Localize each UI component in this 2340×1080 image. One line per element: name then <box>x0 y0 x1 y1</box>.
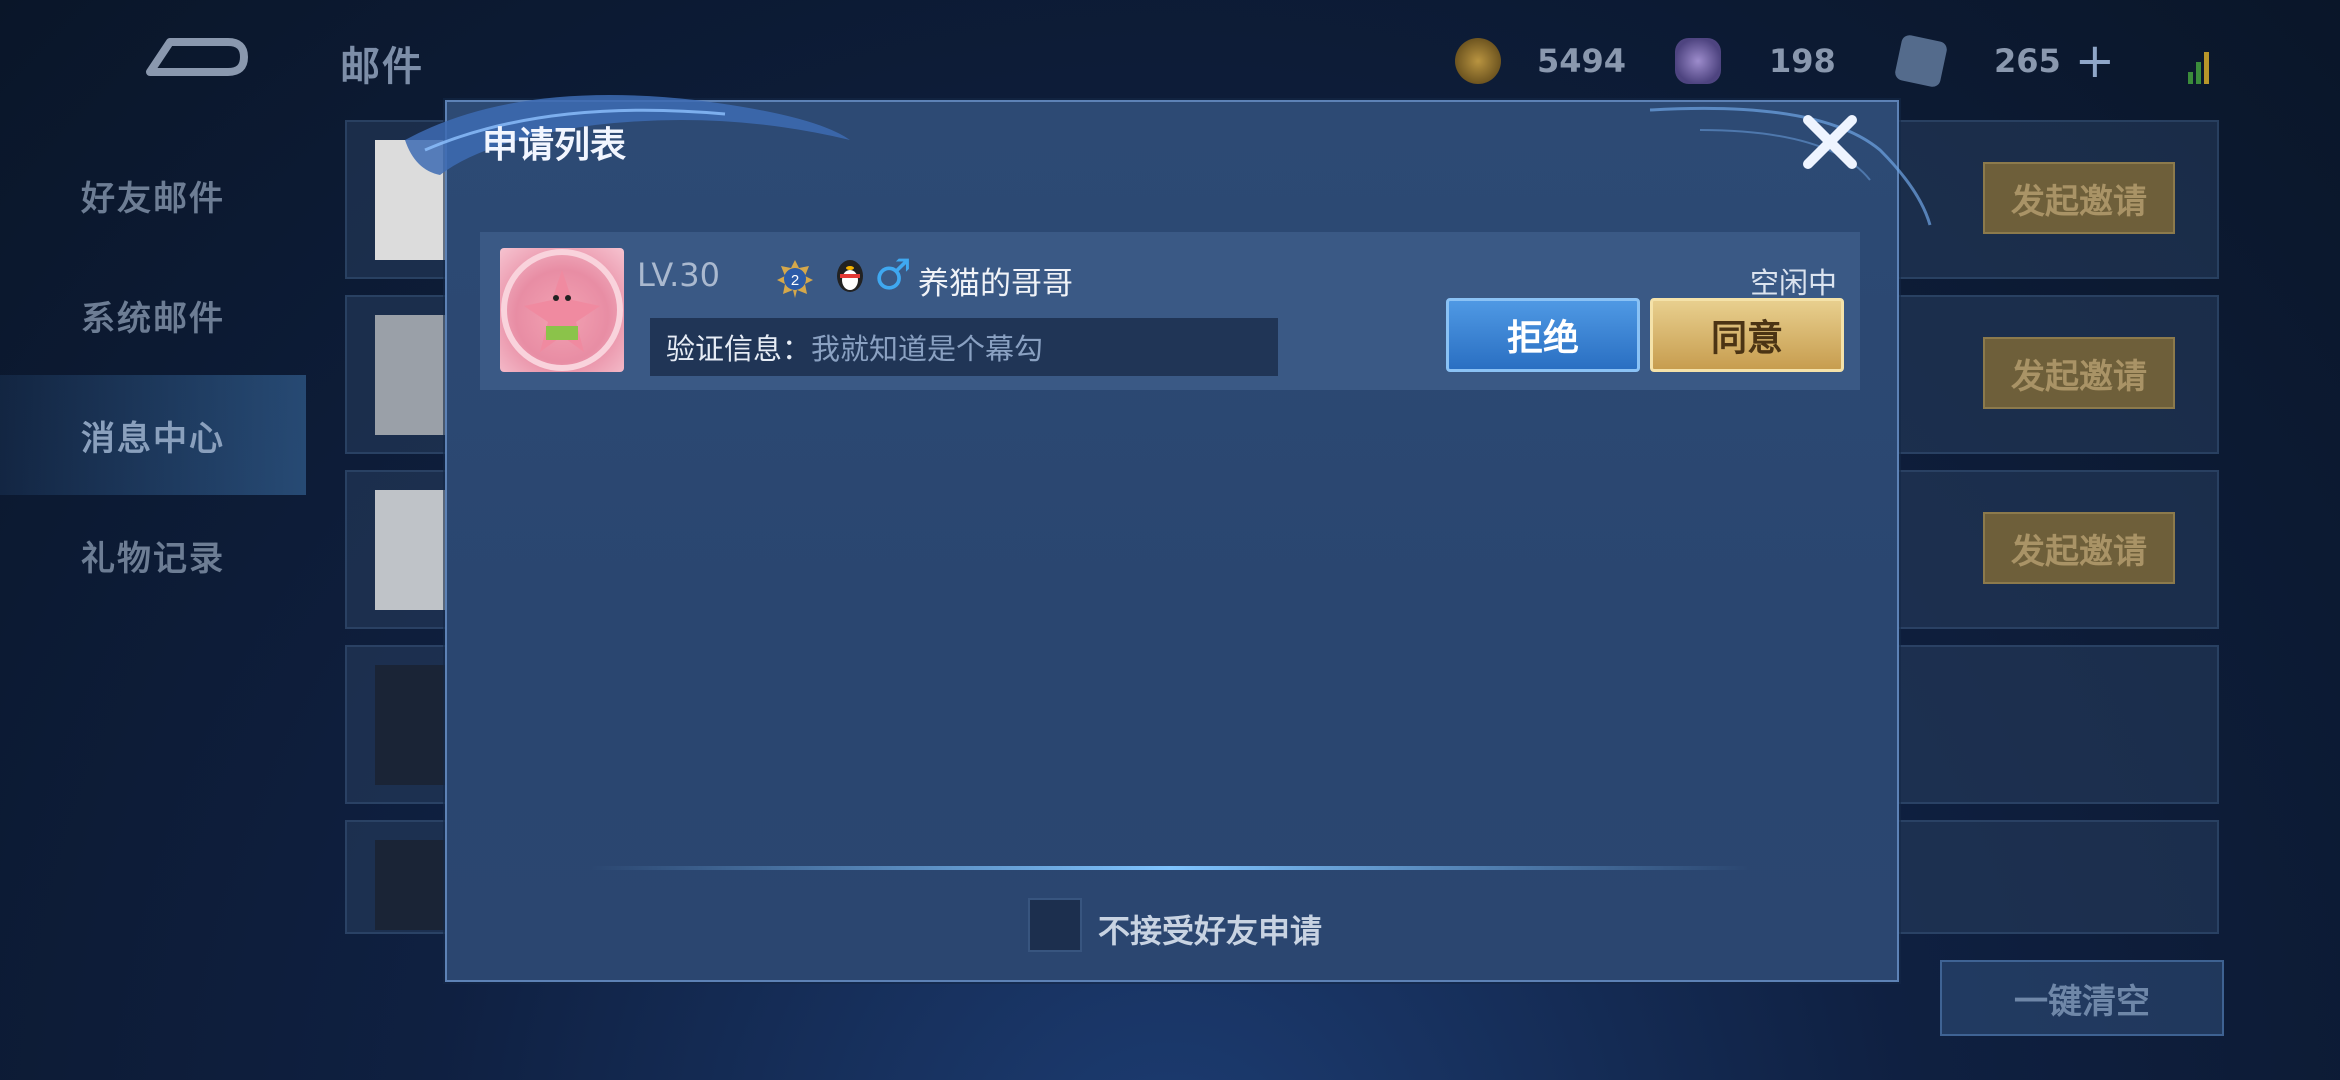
dialog-title: 申请列表 <box>482 125 627 166</box>
diamond-resource: 198 <box>1675 30 1836 92</box>
diamond-amount: 198 <box>1769 42 1836 80</box>
verification-message: 验证信息： 我就知道是个幕勾 <box>650 318 1278 376</box>
decorative-swoosh-right <box>1649 106 1932 226</box>
rank-badge-number: 2 <box>791 272 799 289</box>
back-arrow-icon <box>146 38 248 76</box>
nav-item-gift-records[interactable]: 礼物记录 <box>0 495 306 615</box>
invite-button[interactable]: 发起邀请 <box>1983 162 2175 234</box>
decline-requests-label: 不接受好友申请 <box>1098 912 1323 950</box>
nav-item-system-mail[interactable]: 系统邮件 <box>0 255 306 375</box>
close-icon[interactable] <box>1800 112 1860 172</box>
voucher-icon <box>1893 33 1949 89</box>
clear-all-button[interactable]: 一键清空 <box>1940 960 2224 1036</box>
avatar[interactable] <box>500 248 624 372</box>
gold-coin-icon <box>1455 38 1501 84</box>
gold-resource: 5494 <box>1455 30 1626 92</box>
diamond-icon <box>1675 38 1721 84</box>
nav-item-message-center[interactable]: 消息中心 <box>0 375 306 495</box>
qq-penguin-icon <box>832 254 868 296</box>
invite-button[interactable]: 发起邀请 <box>1983 337 2175 409</box>
invite-button[interactable]: 发起邀请 <box>1983 512 2175 584</box>
voucher-resource: 265 + <box>1893 30 2115 92</box>
voucher-amount: 265 <box>1994 42 2061 80</box>
verification-text: 我就知道是个幕勾 <box>811 332 1044 366</box>
plus-icon[interactable]: + <box>2075 37 2115 85</box>
reject-button[interactable]: 拒绝 <box>1446 298 1640 372</box>
player-name: 养猫的哥哥 <box>918 266 1073 302</box>
divider <box>590 866 1750 870</box>
male-gender-icon: ♂ <box>874 250 912 299</box>
back-button[interactable] <box>140 30 250 85</box>
gold-amount: 5494 <box>1537 42 1627 80</box>
patrick-star-avatar-icon <box>501 249 623 371</box>
nav-item-friend-mail[interactable]: 好友邮件 <box>0 135 306 255</box>
online-status: 空闲中 <box>1750 266 1838 300</box>
decline-requests-checkbox[interactable] <box>1028 898 1082 952</box>
rank-badge-icon: 2 <box>775 258 815 298</box>
left-nav: 好友邮件 系统邮件 消息中心 礼物记录 <box>0 135 306 615</box>
verification-label: 验证信息： <box>666 332 812 366</box>
accept-button[interactable]: 同意 <box>1650 298 1844 372</box>
signal-icon <box>2188 40 2212 84</box>
player-level: LV.30 <box>637 256 720 294</box>
